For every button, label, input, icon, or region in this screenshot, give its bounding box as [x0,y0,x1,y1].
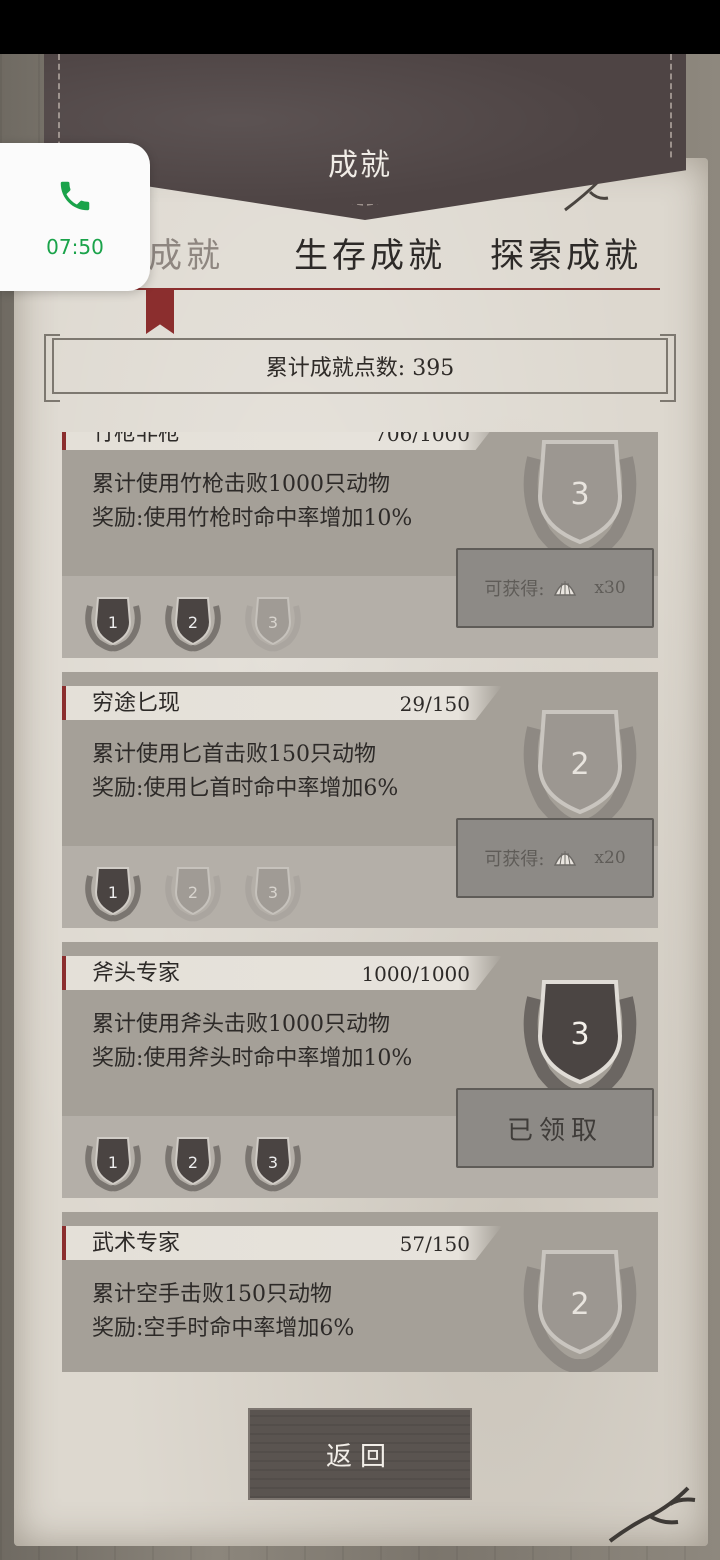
svg-text:3: 3 [268,613,278,632]
achievement-list[interactable]: 竹枪非枪 706/1000 累计使用竹枪击败1000只动物 奖励:使用竹枪时命中… [62,432,658,1372]
tab-achievements[interactable]: 成就 [148,228,224,277]
tier-1-icon: 1 [85,597,141,652]
tier-badge-icon: 2 [523,710,637,832]
achievement-name: 竹枪非枪 [92,432,181,446]
shell-icon [554,581,577,596]
call-duration: 07:50 [46,235,104,259]
ongoing-call-pill[interactable]: 07:50 [0,143,150,291]
tier-2-icon: 2 [165,1137,221,1192]
svg-text:3: 3 [268,883,278,902]
tier-3-icon: 3 [245,1137,301,1192]
tier-1-icon: 1 [85,867,141,922]
achievement-progress: 29/150 [399,692,470,716]
achievement-points: 累计成就点数: 395 [44,334,676,402]
tier-1-icon: 1 [85,1137,141,1192]
achievement-name: 穷途匕现 [92,691,181,716]
tab-underline [60,288,660,290]
achievement-name: 斧头专家 [92,961,181,986]
svg-text:3: 3 [268,1153,278,1172]
svg-text:1: 1 [108,613,118,632]
achievement-desc: 累计空手击败150只动物 奖励:空手时命中率增加6% [92,1282,355,1341]
tier-2-icon: 2 [165,867,221,922]
svg-text:1: 1 [108,1153,118,1172]
tier-3-icon: 3 [245,597,301,652]
tab-bar: 成就 生存成就 探索成就 [60,228,660,288]
tab-exploration[interactable]: 探索成就 [490,228,642,277]
shell-icon [554,851,577,866]
svg-text:2: 2 [188,883,198,902]
achievement-card: 穷途匕现 29/150 累计使用匕首击败150只动物 奖励:使用匕首时命中率增加… [62,672,658,928]
svg-text:2: 2 [570,1287,589,1322]
achievement-card: 武术专家 57/150 累计空手击败150只动物 奖励:空手时命中率增加6% 2 [62,1212,658,1372]
achievement-progress: 1000/1000 [361,962,470,986]
svg-text:2: 2 [188,1153,198,1172]
return-button[interactable]: 返回 [248,1408,472,1500]
svg-text:3: 3 [570,477,589,512]
svg-text:1: 1 [108,883,118,902]
svg-text:2: 2 [570,747,589,782]
reward-button[interactable]: 可获得: x30 [456,548,654,628]
tab-survival[interactable]: 生存成就 [294,228,446,277]
svg-text:3: 3 [570,1017,589,1052]
achievement-progress: 57/150 [399,1232,470,1256]
achievement-card: 斧头专家 1000/1000 累计使用斧头击败1000只动物 奖励:使用斧头时命… [62,942,658,1198]
tier-badge-icon: 3 [523,980,637,1102]
achievement-desc: 累计使用竹枪击败1000只动物 奖励:使用竹枪时命中率增加10% [92,472,413,531]
reward-button[interactable]: 可获得: x20 [456,818,654,898]
tier-3-icon: 3 [245,867,301,922]
claimed-button[interactable]: 已领取 [456,1088,654,1168]
achievement-name: 武术专家 [92,1231,181,1256]
achievement-desc: 累计使用斧头击败1000只动物 奖励:使用斧头时命中率增加10% [92,1012,413,1071]
achievement-desc: 累计使用匕首击败150只动物 奖励:使用匕首时命中率增加6% [92,742,399,801]
achievement-card: 竹枪非枪 706/1000 累计使用竹枪击败1000只动物 奖励:使用竹枪时命中… [62,432,658,658]
tier-2-icon: 2 [165,597,221,652]
svg-text:2: 2 [188,613,198,632]
phone-icon [60,181,90,211]
tier-badge-icon: 3 [523,440,637,562]
branch-decoration-bottom [608,1486,696,1543]
achievement-progress: 706/1000 [374,432,470,446]
achievement-points-text: 累计成就点数: 395 [265,356,455,381]
tier-badge-icon: 2 [523,1250,637,1372]
